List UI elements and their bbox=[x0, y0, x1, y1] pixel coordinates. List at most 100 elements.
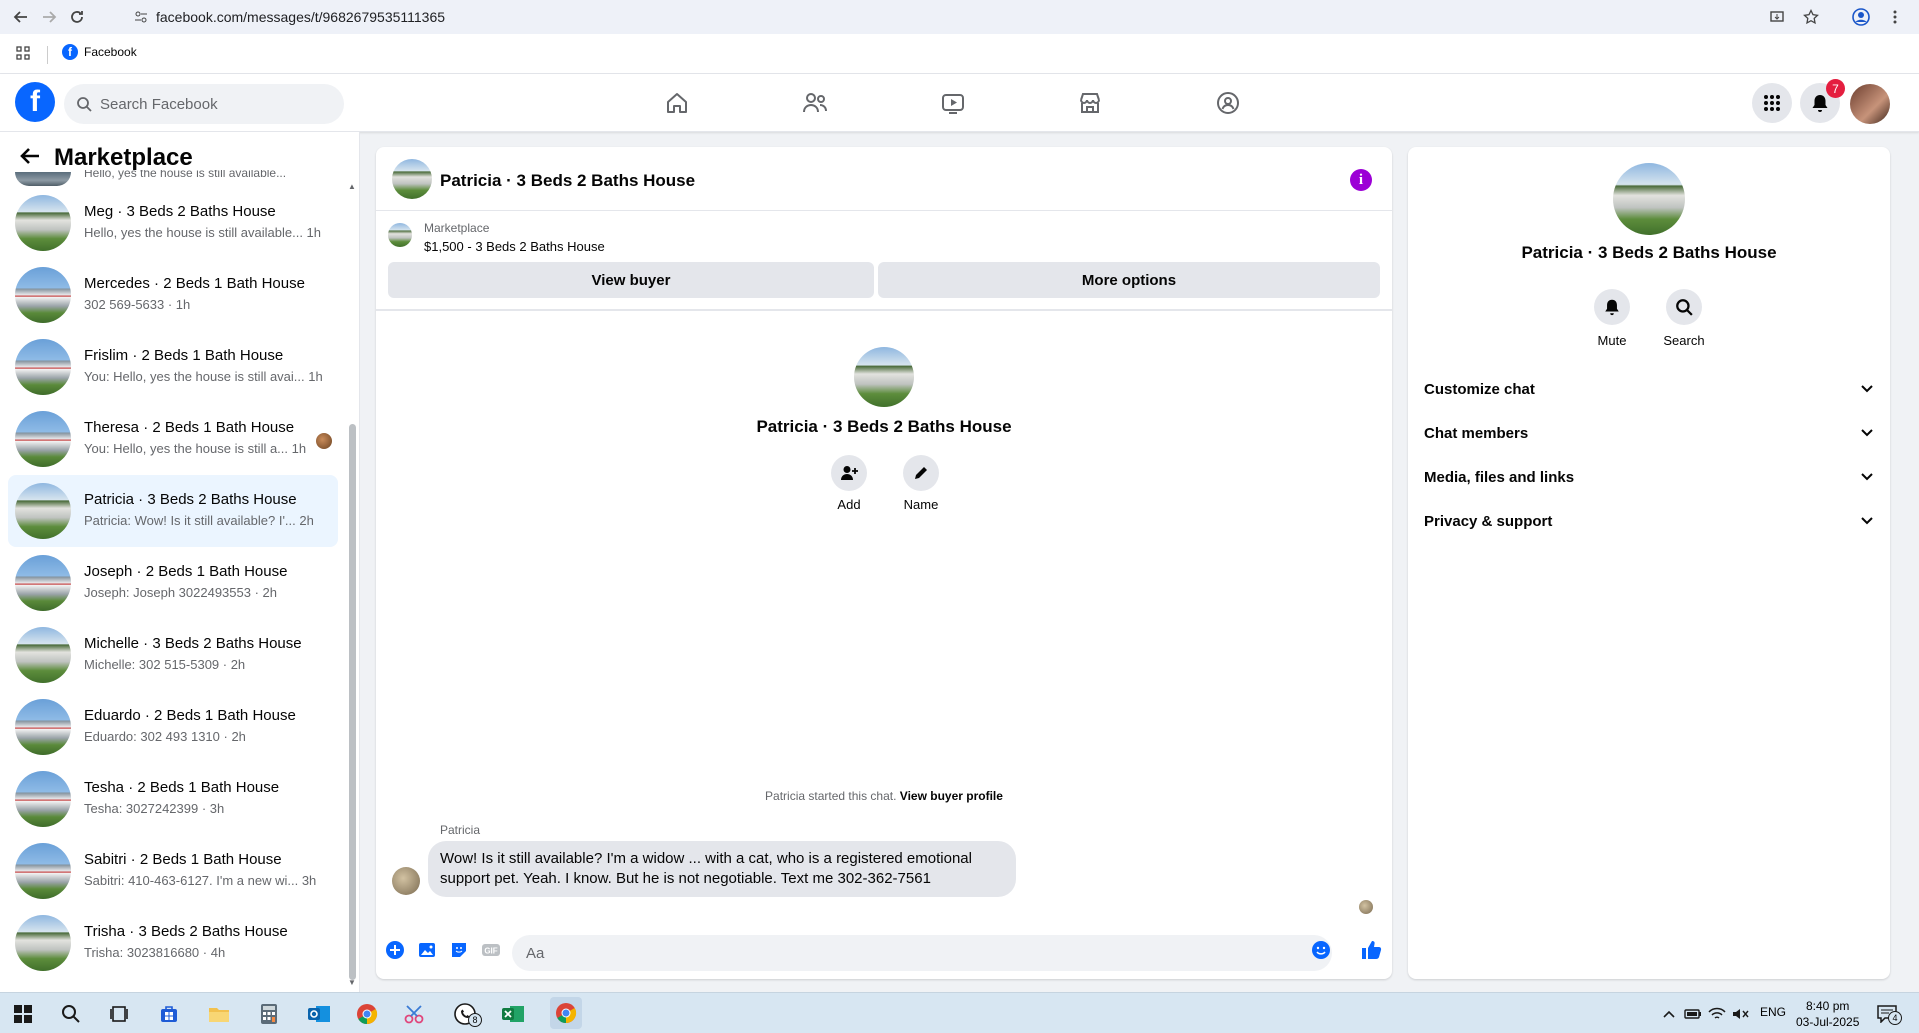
info-thumbnail[interactable] bbox=[1613, 163, 1685, 235]
clock[interactable]: 8:40 pm 03-Jul-2025 bbox=[1796, 998, 1859, 1030]
groups-icon[interactable] bbox=[1213, 88, 1243, 118]
chat-title[interactable]: Patricia · 3 Beds 2 Baths House bbox=[440, 171, 695, 191]
account-avatar[interactable] bbox=[1850, 84, 1890, 124]
conversation-item[interactable]: Joseph · 2 Beds 1 Bath House Joseph: Jose… bbox=[8, 547, 338, 619]
facebook-header: f Search Facebook 7 bbox=[0, 74, 1919, 132]
conversation-name: Sabitri · 2 Beds 1 Bath House bbox=[84, 851, 282, 868]
chat-thumbnail[interactable] bbox=[392, 159, 432, 199]
task-view-icon[interactable] bbox=[106, 1001, 132, 1027]
notification-badge: 7 bbox=[1826, 79, 1845, 98]
wifi-icon[interactable] bbox=[1704, 1001, 1730, 1027]
photo-icon[interactable] bbox=[416, 939, 438, 961]
message-bubble[interactable]: Wow! Is it still available? I'm a widow … bbox=[428, 841, 1016, 897]
snipping-tool-icon[interactable] bbox=[402, 1001, 428, 1027]
facebook-logo[interactable]: f bbox=[15, 82, 55, 122]
conversation-item[interactable]: Mercedes · 2 Beds 1 Bath House 302 569-56… bbox=[8, 259, 338, 331]
menu-grid-button[interactable] bbox=[1752, 83, 1792, 123]
add-button[interactable]: Add bbox=[819, 455, 879, 512]
language-indicator[interactable]: ENG bbox=[1760, 1005, 1786, 1019]
conversation-item[interactable]: Tesha · 2 Beds 1 Bath House Tesha: 302724… bbox=[8, 763, 338, 835]
menu-dots-icon[interactable] bbox=[1884, 6, 1906, 28]
windows-start-icon[interactable] bbox=[10, 1001, 36, 1027]
plus-icon[interactable] bbox=[384, 939, 406, 961]
bookmark-star-icon[interactable] bbox=[1800, 6, 1822, 28]
chrome-active-icon[interactable] bbox=[550, 997, 582, 1029]
search-chat-button[interactable]: Search bbox=[1654, 289, 1714, 348]
listing-thumbnail bbox=[388, 223, 412, 247]
view-buyer-button[interactable]: View buyer bbox=[388, 262, 874, 298]
chrome-icon[interactable] bbox=[354, 1001, 380, 1027]
menu-grid-icon bbox=[1764, 95, 1780, 111]
notification-center-icon[interactable]: 4 bbox=[1874, 1001, 1902, 1027]
sidebar-scrollbar[interactable] bbox=[349, 424, 356, 980]
conversation-name: Trisha · 3 Beds 2 Baths House bbox=[84, 923, 288, 940]
friends-icon[interactable] bbox=[800, 88, 830, 118]
view-buyer-profile-link[interactable]: View buyer profile bbox=[900, 789, 1003, 803]
scroll-up-icon[interactable]: ▲ bbox=[348, 182, 356, 191]
conversation-item[interactable]: Michelle · 3 Beds 2 Baths House Michelle:… bbox=[8, 619, 338, 691]
volume-muted-icon[interactable] bbox=[1728, 1001, 1754, 1027]
reload-icon[interactable] bbox=[66, 6, 88, 28]
conversation-thumbnail bbox=[15, 267, 71, 323]
chevron-down-icon bbox=[1860, 469, 1874, 486]
conversation-name: Frislim · 2 Beds 1 Bath House bbox=[84, 347, 284, 364]
emoji-icon[interactable] bbox=[1310, 939, 1332, 961]
conversation-preview: 302 569-5633 · 1h bbox=[84, 297, 191, 312]
search-input[interactable]: Search Facebook bbox=[64, 84, 344, 124]
outlook-icon[interactable] bbox=[306, 1001, 332, 1027]
conversation-item[interactable]: Theresa · 2 Beds 1 Bath House You: Hello,… bbox=[8, 403, 338, 475]
conversation-item[interactable]: Patricia · 3 Beds 2 Baths House Patricia:… bbox=[8, 475, 338, 547]
started-text: Patricia started this chat. bbox=[765, 789, 897, 803]
conversation-sidebar: Marketplace Hello, yes the house is stil… bbox=[0, 132, 360, 992]
calculator-icon[interactable] bbox=[256, 1001, 282, 1027]
marketplace-icon[interactable] bbox=[1075, 88, 1105, 118]
tray-chevron-up-icon[interactable] bbox=[1656, 1001, 1682, 1027]
conversation-item[interactable]: Sabitri · 2 Beds 1 Bath House Sabitri: 41… bbox=[8, 835, 338, 907]
name-button[interactable]: Name bbox=[891, 455, 951, 512]
conversation-item[interactable]: Frislim · 2 Beds 1 Bath House You: Hello,… bbox=[8, 331, 338, 403]
gif-icon[interactable]: GIF bbox=[480, 939, 502, 961]
bookmark-separator bbox=[47, 46, 48, 64]
search-placeholder: Search Facebook bbox=[100, 95, 218, 113]
forward-icon[interactable] bbox=[38, 6, 60, 28]
intro-name: Patricia · 3 Beds 2 Baths House bbox=[756, 417, 1012, 436]
listing-price: $1,500 - 3 Beds 2 Baths House bbox=[424, 239, 605, 254]
customize-chat-row[interactable]: Customize chat bbox=[1424, 371, 1874, 407]
pencil-icon bbox=[915, 467, 927, 479]
conversation-item[interactable]: Meg · 3 Beds 2 Baths House Hello, yes the… bbox=[8, 187, 338, 259]
privacy-support-row[interactable]: Privacy & support bbox=[1424, 503, 1874, 539]
sticker-icon[interactable] bbox=[448, 939, 470, 961]
bookmark-facebook[interactable]: f Facebook bbox=[62, 44, 137, 60]
conversation-preview: Joseph: Joseph 3022493553 · 2h bbox=[84, 585, 277, 600]
whatsapp-icon[interactable]: 8 bbox=[452, 1001, 482, 1027]
battery-icon[interactable] bbox=[1680, 1001, 1706, 1027]
notification-center-badge: 4 bbox=[1888, 1011, 1902, 1025]
read-receipt-avatar bbox=[1359, 900, 1373, 914]
url-bar[interactable]: facebook.com/messages/t/9682679535111365 bbox=[124, 3, 1814, 31]
excel-icon[interactable] bbox=[500, 1001, 526, 1027]
back-icon[interactable] bbox=[10, 6, 32, 28]
message-input[interactable]: Aa bbox=[512, 935, 1332, 971]
file-explorer-icon[interactable] bbox=[206, 1001, 232, 1027]
conversation-item[interactable]: Trisha · 3 Beds 2 Baths House Trisha: 302… bbox=[8, 907, 338, 979]
scroll-down-icon[interactable]: ▼ bbox=[348, 978, 356, 987]
conversation-item[interactable]: Eduardo · 2 Beds 1 Bath House Eduardo: 30… bbox=[8, 691, 338, 763]
bookmark-label: Facebook bbox=[84, 45, 137, 59]
like-thumb-icon[interactable] bbox=[1360, 939, 1382, 961]
site-settings-icon[interactable] bbox=[134, 10, 148, 27]
more-options-button[interactable]: More options bbox=[878, 262, 1380, 298]
video-icon[interactable] bbox=[938, 88, 968, 118]
conversation-thumbnail bbox=[15, 339, 71, 395]
taskbar-search-icon[interactable] bbox=[58, 1001, 84, 1027]
back-arrow-icon[interactable] bbox=[20, 144, 40, 172]
media-files-links-row[interactable]: Media, files and links bbox=[1424, 459, 1874, 495]
chat-members-row[interactable]: Chat members bbox=[1424, 415, 1874, 451]
sender-avatar[interactable] bbox=[392, 867, 420, 895]
mute-button[interactable]: Mute bbox=[1582, 289, 1642, 348]
info-icon[interactable]: i bbox=[1350, 169, 1372, 191]
apps-grid-icon[interactable] bbox=[16, 46, 30, 64]
profile-icon[interactable] bbox=[1850, 6, 1872, 28]
home-icon[interactable] bbox=[662, 88, 692, 118]
store-icon[interactable] bbox=[156, 1001, 182, 1027]
install-app-icon[interactable] bbox=[1766, 6, 1788, 28]
